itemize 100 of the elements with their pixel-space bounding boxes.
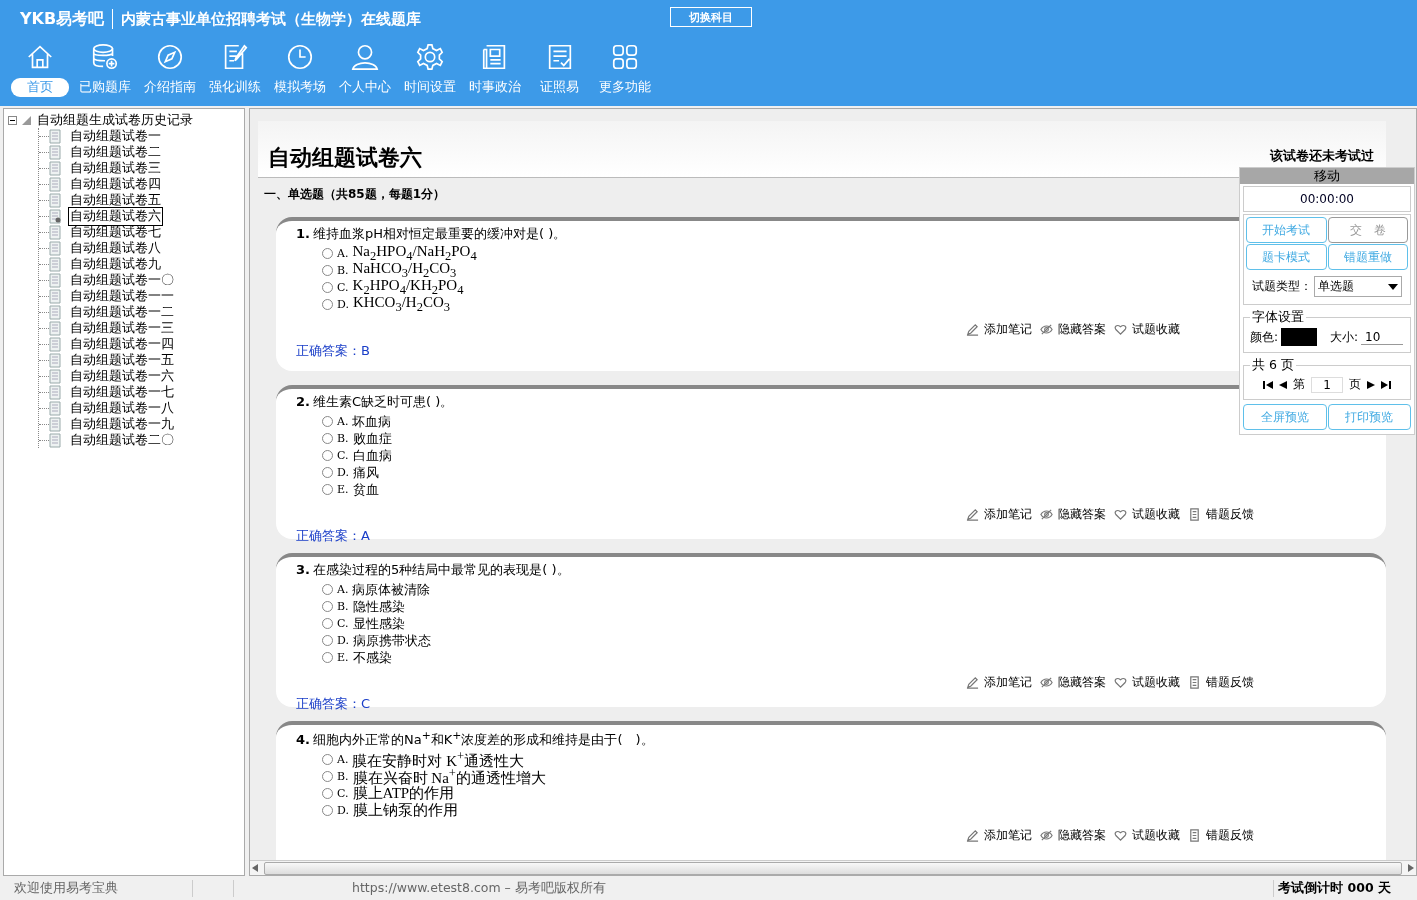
heart-icon[interactable]	[1114, 676, 1127, 689]
timer: 00:00:00	[1243, 186, 1411, 212]
action-link[interactable]: 添加笔记	[984, 674, 1032, 691]
option-text: 病原体被清除	[352, 580, 431, 599]
countdown-text: 考试倒计时 000 天	[1273, 879, 1417, 897]
option-text: 膜上ATP的作用	[352, 784, 455, 802]
page-field[interactable]: 1	[1311, 376, 1343, 393]
action-link[interactable]: 试题收藏	[1132, 827, 1180, 845]
eye-icon[interactable]	[1040, 676, 1053, 689]
exam-status: 该试卷还未考试过	[1270, 148, 1374, 165]
document-icon	[49, 400, 61, 416]
document-icon	[49, 192, 61, 208]
heart-icon[interactable]	[1114, 508, 1127, 521]
option-letter: B.	[337, 432, 349, 445]
option-text: KHCO$_{3}$/H$_{2}$CO$_{3}$	[352, 294, 451, 315]
option-text: 败血症	[352, 429, 392, 448]
section-heading: 一、单选题（共85题，每题1分）	[264, 186, 446, 203]
pencil-icon[interactable]	[966, 676, 979, 689]
action-link[interactable]: 试题收藏	[1132, 321, 1180, 338]
correct-answer: 正确答案：A	[296, 527, 370, 545]
option-text: 膜上钠泵的作用	[352, 801, 458, 821]
action-link[interactable]: 隐藏答案	[1058, 674, 1106, 691]
action-link[interactable]: 隐藏答案	[1058, 827, 1106, 845]
previous-page-icon[interactable]	[1279, 380, 1287, 389]
document-icon	[49, 272, 61, 288]
group-label: 字体设置	[1251, 309, 1305, 326]
document-icon[interactable]	[1188, 508, 1201, 521]
document-icon	[49, 368, 61, 384]
question-type-select[interactable]: 单选题	[1314, 276, 1402, 297]
option-text: K$_{2}$HPO$_{4}$/KH$_{2}$PO$_{4}$	[352, 277, 464, 297]
document-icon	[49, 256, 61, 272]
horizontal-scrollbar[interactable]	[250, 860, 1416, 875]
option-text: 贫血	[352, 480, 379, 499]
option-text: 白血病	[352, 446, 392, 465]
question-text: 2. 维生素C缺乏时可患( )。	[296, 393, 454, 411]
scroll-left-icon[interactable]	[252, 864, 258, 872]
option-text: 坏血病	[352, 412, 392, 431]
action-link[interactable]: 隐藏答案	[1058, 506, 1106, 523]
option-text: 显性感染	[352, 614, 405, 633]
option-text: NaHCO$_{3}$/H$_{2}$CO$_{3}$	[352, 260, 457, 280]
action-link[interactable]: 错题反馈	[1206, 674, 1254, 691]
option-letter: C.	[337, 787, 349, 801]
document-icon	[49, 144, 61, 160]
option-letter: E.	[337, 483, 349, 496]
color-swatch[interactable]	[1281, 328, 1318, 346]
collapse-toggle[interactable]	[8, 115, 17, 125]
correct-answer: 正确答案：C	[296, 695, 371, 713]
user-icon[interactable]	[349, 42, 380, 72]
triangle-icon	[21, 115, 31, 125]
option-letter: C.	[337, 617, 349, 630]
option-letter: C.	[337, 449, 349, 462]
heart-icon[interactable]	[1114, 829, 1127, 843]
document-icon	[49, 416, 61, 432]
action-link[interactable]: 添加笔记	[984, 321, 1032, 338]
option-letter: A.	[337, 583, 349, 596]
option-letter: D.	[337, 466, 349, 479]
size-field[interactable]: 10	[1361, 329, 1404, 345]
last-page-icon[interactable]	[1381, 380, 1391, 389]
pencil-icon[interactable]	[966, 829, 979, 843]
size-label: 大小:	[1330, 328, 1359, 346]
document-icon	[49, 432, 61, 448]
option-letter: A.	[337, 247, 349, 260]
welcome-text: 欢迎使用易考宝典	[0, 879, 193, 897]
document-icon	[49, 240, 61, 256]
document-icon[interactable]	[1188, 829, 1201, 843]
scroll-right-icon[interactable]	[1408, 864, 1414, 872]
question-type-label: 试题类型：	[1252, 278, 1312, 295]
panel-title-bar[interactable]: 移动	[1240, 168, 1414, 184]
document-icon	[49, 304, 61, 320]
action-link[interactable]: 试题收藏	[1132, 674, 1180, 691]
question-text: 3. 在感染过程的5种结局中最常见的表现是( )。	[296, 561, 570, 579]
caret-icon	[1388, 283, 1398, 290]
document-icon[interactable]	[1188, 676, 1201, 689]
first-page-icon[interactable]	[1263, 380, 1273, 389]
option-letter: A.	[337, 415, 349, 428]
option-letter: B.	[337, 770, 349, 784]
option-letter: C.	[337, 281, 349, 294]
action-link[interactable]: 隐藏答案	[1058, 321, 1106, 338]
action-link[interactable]: 试题收藏	[1132, 506, 1180, 523]
action-link[interactable]: 添加笔记	[984, 827, 1032, 845]
question-text: 4. 细胞内外正常的Na$^{+}$和K$^{+}$浓度差的形成和维持是由于( )。	[296, 729, 654, 750]
eye-icon[interactable]	[1040, 323, 1053, 336]
next-page-icon[interactable]	[1367, 380, 1375, 389]
tree-item[interactable]: 自动组题试卷六	[68, 206, 163, 226]
document-icon	[49, 320, 61, 336]
app-title: 内蒙古事业单位招聘考试（生物学）在线题库	[121, 9, 422, 29]
eye-icon[interactable]	[1040, 508, 1053, 521]
document-icon	[49, 384, 61, 400]
action-link[interactable]: 错题反馈	[1206, 827, 1254, 845]
pencil-icon[interactable]	[966, 508, 979, 521]
option-letter: B.	[337, 600, 349, 613]
action-link[interactable]: 添加笔记	[984, 506, 1032, 523]
document-icon	[49, 352, 61, 368]
action-link[interactable]: 错题反馈	[1206, 506, 1254, 523]
option-text: 不感染	[352, 648, 392, 667]
eye-icon[interactable]	[1040, 829, 1053, 843]
pencil-icon[interactable]	[966, 323, 979, 336]
option-letter: D.	[337, 298, 349, 311]
gear-icon[interactable]	[414, 42, 445, 72]
heart-icon[interactable]	[1114, 323, 1127, 336]
